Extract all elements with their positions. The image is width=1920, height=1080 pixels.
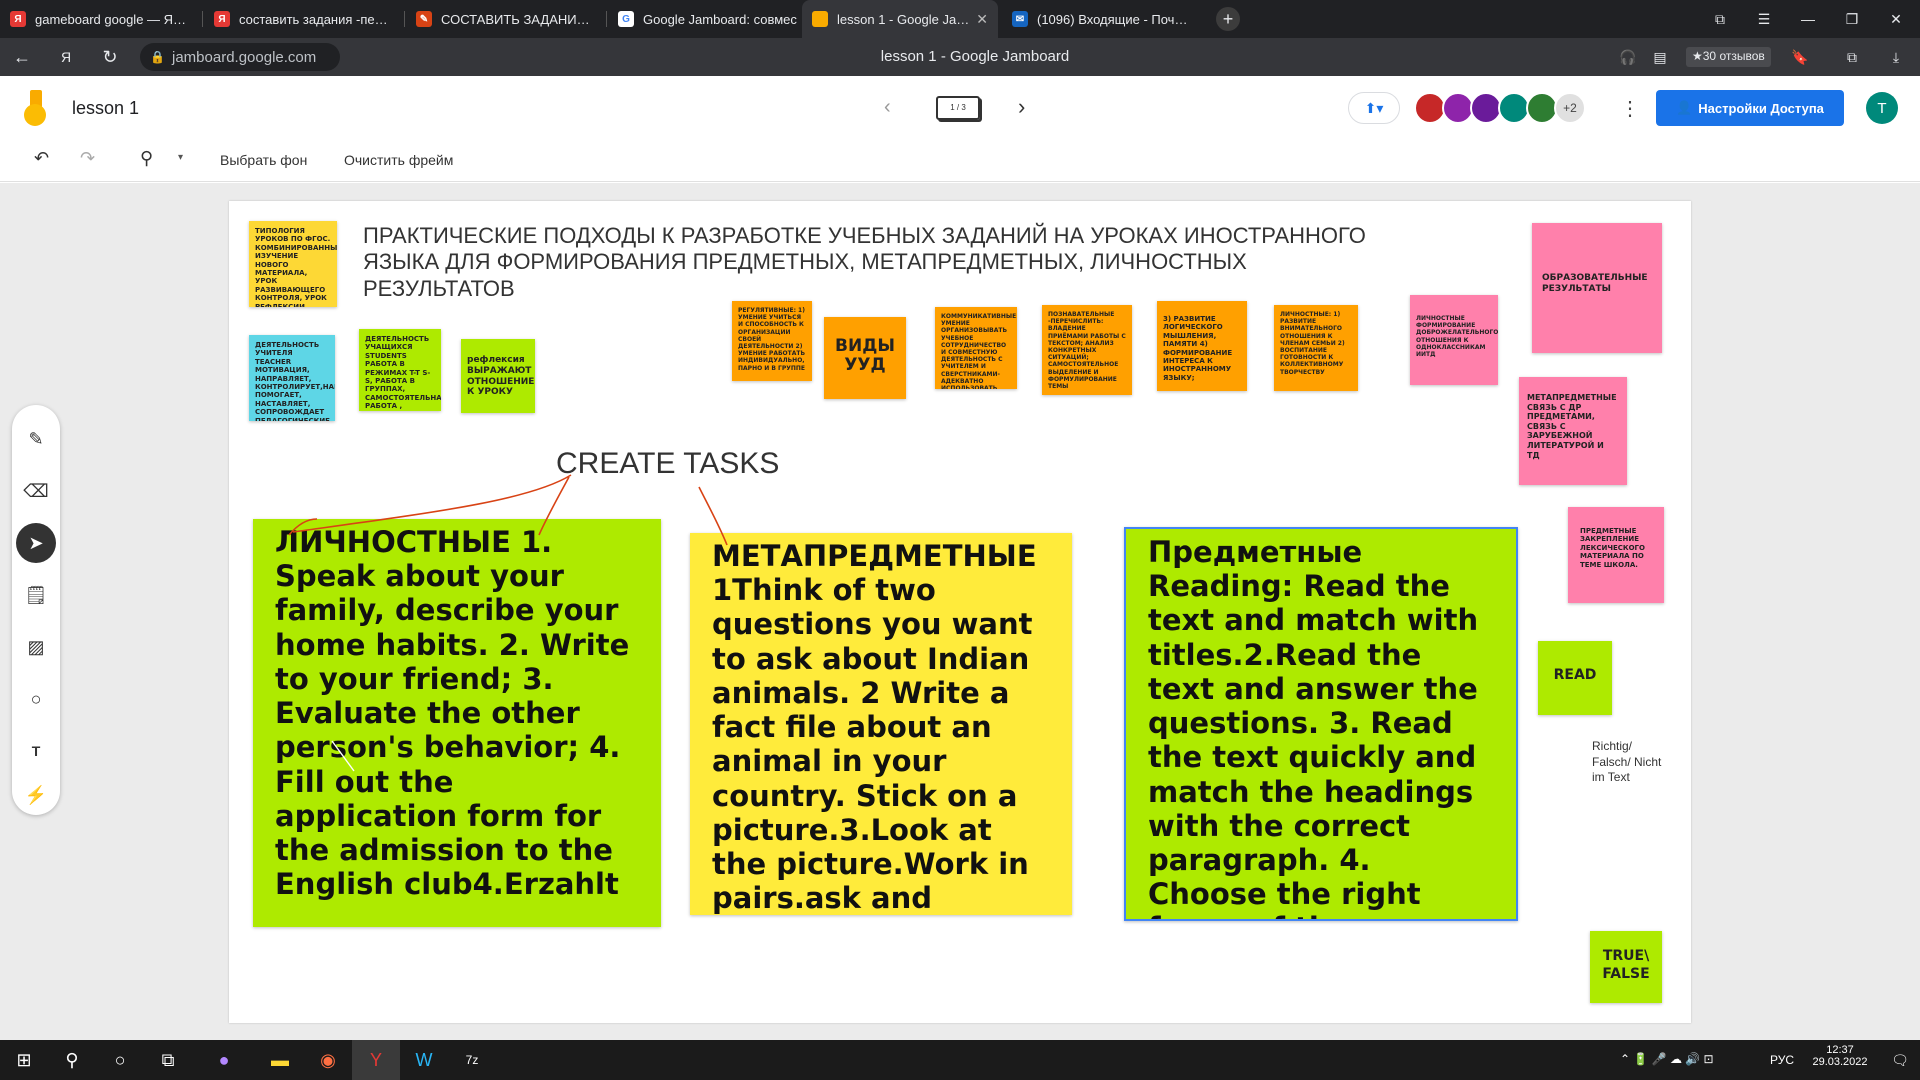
- sticky-note[interactable]: ЛИЧНОСТНЫЕ: 1) развитие внимательного от…: [1274, 305, 1358, 391]
- browser-tab[interactable]: ✎ СОСТАВИТЬ ЗАДАНИЯ – t: [406, 0, 606, 38]
- file-explorer-icon[interactable]: ▬: [256, 1040, 304, 1080]
- firefox-icon[interactable]: ◉: [304, 1040, 352, 1080]
- undo-icon[interactable]: ↶: [34, 148, 49, 169]
- new-tab-button[interactable]: +: [1216, 7, 1240, 31]
- share-button[interactable]: 👤 Настройки Доступа: [1656, 90, 1844, 126]
- mail-icon: ✉: [1012, 11, 1028, 27]
- browser-tab-active[interactable]: lesson 1 - Google Jambo ✕: [802, 0, 998, 38]
- notifications-icon[interactable]: 🗨: [1880, 1040, 1920, 1080]
- board-title[interactable]: ПРАКТИЧЕСКИЕ ПОДХОДЫ К РАЗРАБОТКЕ УЧЕБНЫ…: [363, 223, 1403, 302]
- redo-icon[interactable]: ↷: [80, 148, 95, 169]
- pen-icon[interactable]: ✎: [16, 419, 56, 459]
- windows-taskbar: ⊞ ⚲ ○ ⧉ ● ▬ ◉ Y W 7z ⌃ 🔋 🎤 ☁ 🔊 ⊡ РУС 12:…: [0, 1040, 1920, 1080]
- next-frame-icon[interactable]: ›: [1018, 94, 1025, 120]
- sticky-note[interactable]: метапредметные СВЯЗЬ С ДР ПРЕДМЕТАМИ, СВ…: [1519, 377, 1627, 485]
- select-icon[interactable]: ➤: [16, 523, 56, 563]
- sticky-note[interactable]: Деятельность учащихся STUDENTS РАБОТА В …: [359, 329, 441, 411]
- cast-icon: ⬆▾: [1364, 99, 1384, 116]
- jamboard-icon: [812, 11, 828, 27]
- document-icon: ✎: [416, 11, 432, 27]
- sticky-note[interactable]: РЕГУЛЯТИВНЫЕ: 1) умение учиться и способ…: [732, 301, 812, 381]
- 7zip-icon[interactable]: 7z: [448, 1040, 496, 1080]
- sticky-note[interactable]: предметные ЗАКРЕПЛЕНИЕ ЛЕКСИЧЕСКОГО МАТЕ…: [1568, 507, 1664, 603]
- jam-frame[interactable]: ПРАКТИЧЕСКИЕ ПОДХОДЫ К РАЗРАБОТКЕ УЧЕБНЫ…: [229, 201, 1691, 1023]
- browser-tab[interactable]: ✉ (1096) Входящие - Почта М: [1002, 0, 1202, 38]
- browser-tab[interactable]: G Google Jamboard: совмес: [608, 0, 808, 38]
- minimize-icon[interactable]: —: [1796, 7, 1820, 31]
- user-avatar[interactable]: T: [1866, 92, 1898, 124]
- create-tasks-label[interactable]: CREATE TASKS: [556, 447, 779, 481]
- browser-tab[interactable]: Ясоставить задания -переве: [204, 0, 404, 38]
- tray-icons[interactable]: ⌃ 🔋 🎤 ☁ 🔊 ⊡: [1620, 1052, 1714, 1066]
- sticky-note[interactable]: ОБРАЗОВАТЕЛЬНЫЕ РЕЗУЛЬТАТЫ: [1532, 223, 1662, 353]
- reviews-badge[interactable]: ★30 отзывов: [1686, 47, 1771, 67]
- jamboard-logo-icon: [24, 90, 48, 126]
- restore-icon[interactable]: ❐: [1840, 7, 1864, 31]
- sticky-note[interactable]: TRUE\ FALSE: [1590, 931, 1662, 1003]
- sticky-note-personal[interactable]: ЛИЧНОСТНЫЕ 1. Speak about your family, d…: [253, 519, 661, 927]
- close-tab-icon[interactable]: ✕: [970, 11, 988, 28]
- tool-rail: ✎ ⌫ ➤ 🗒 ▨ ○ T ⚡: [12, 405, 60, 815]
- sticky-note[interactable]: КОММУНИКАТИВНЫЕ: умение организовывать у…: [935, 307, 1017, 389]
- sticky-note-icon[interactable]: 🗒: [16, 575, 56, 615]
- image-icon[interactable]: ▨: [16, 627, 56, 667]
- sticky-note-metasubject[interactable]: МЕТАПРЕДМЕТНЫЕ 1Think of two questions y…: [690, 533, 1072, 915]
- eraser-icon[interactable]: ⌫: [16, 471, 56, 511]
- browser-tab[interactable]: Яgameboard google — Янде: [0, 0, 200, 38]
- extensions-icon[interactable]: ⧉: [1840, 45, 1864, 69]
- clock[interactable]: 12:37 29.03.2022: [1808, 1044, 1872, 1068]
- tab-separator: [606, 11, 607, 27]
- laser-icon[interactable]: ⚡: [16, 775, 56, 815]
- alice-icon[interactable]: ●: [200, 1040, 248, 1080]
- sticky-note[interactable]: Личностные ФОРМИРОВАНИЕ ДОБРОЖЕЛАТЕЛЬНОГ…: [1410, 295, 1498, 385]
- tab-collections-icon[interactable]: ⧉: [1708, 7, 1732, 31]
- present-button[interactable]: ⬆▾: [1348, 92, 1400, 124]
- cortana-icon[interactable]: ○: [96, 1040, 144, 1080]
- edit-toolbar: ↶ ↷ ⚲ ▾ Выбрать фон Очистить фрейм: [0, 140, 1920, 182]
- sticky-note[interactable]: READ: [1538, 641, 1612, 715]
- windows-start-icon[interactable]: ⊞: [0, 1040, 48, 1080]
- shape-icon[interactable]: ○: [16, 679, 56, 719]
- search-icon[interactable]: ⚲: [48, 1040, 96, 1080]
- zoom-icon[interactable]: ⚲: [140, 148, 153, 169]
- tab-separator: [202, 11, 203, 27]
- more-avatars-badge[interactable]: +2: [1554, 92, 1586, 124]
- headphones-icon[interactable]: 🎧: [1616, 45, 1640, 69]
- chevron-down-icon[interactable]: ▾: [178, 152, 183, 163]
- sticky-note-subject[interactable]: Предметные Reading: Read the text and ma…: [1124, 527, 1518, 921]
- address-bar: ← Я ↻ 🔒 jamboard.google.com lesson 1 - Go…: [0, 38, 1920, 76]
- bookmark-icon[interactable]: 🔖: [1788, 45, 1812, 69]
- richtig-falsch-text[interactable]: Richtig/ Falsch/ Nicht im Text: [1592, 739, 1662, 786]
- menu-icon[interactable]: ☰: [1752, 7, 1776, 31]
- google-icon: G: [618, 11, 634, 27]
- sticky-note[interactable]: типология уроков по фгос. КОМБИНИРОВАННЫ…: [249, 221, 337, 307]
- sticky-note[interactable]: рефлексия ВЫРАЖАЮТ ОТНОШЕНИЕ К УРОКУ: [461, 339, 535, 413]
- tab-separator: [404, 11, 405, 27]
- document-title[interactable]: lesson 1: [72, 98, 139, 119]
- app-header: lesson 1 ‹ 1 / 3 › ⬆▾ +2 ⋮ 👤 Настройки До…: [0, 76, 1920, 140]
- sticky-note[interactable]: деятельность учителя TEACHER МОТИВАЦИЯ, …: [249, 335, 335, 421]
- task-view-icon[interactable]: ⧉: [144, 1040, 192, 1080]
- person-add-icon: 👤: [1676, 100, 1693, 115]
- browser-tab-bar: Яgameboard google — Янде Ясоставить зада…: [0, 0, 1920, 38]
- sticky-note[interactable]: 3) развитие логического мышления, памяти…: [1157, 301, 1247, 391]
- more-vert-icon[interactable]: ⋮: [1620, 96, 1640, 121]
- clear-frame-button[interactable]: Очистить фрейм: [344, 152, 453, 168]
- yandex-browser-icon[interactable]: Y: [352, 1040, 400, 1080]
- messenger-icon[interactable]: W: [400, 1040, 448, 1080]
- language-indicator[interactable]: РУС: [1770, 1053, 1794, 1067]
- prev-frame-icon[interactable]: ‹: [884, 96, 891, 119]
- close-window-icon[interactable]: ✕: [1884, 7, 1908, 31]
- text-box-icon[interactable]: T: [16, 731, 56, 771]
- download-icon[interactable]: ⤓: [1884, 45, 1908, 69]
- sticky-note[interactable]: ПОЗНАВАТЕЛЬНЫЕ -ПЕРЕЧИСЛИТЬ: владение пр…: [1042, 305, 1132, 395]
- sticky-note[interactable]: ВИДЫ УУД: [824, 317, 906, 399]
- choose-background-button[interactable]: Выбрать фон: [220, 152, 307, 168]
- clock-date: 29.03.2022: [1812, 1056, 1868, 1068]
- yandex-icon: Я: [10, 11, 26, 27]
- reader-icon[interactable]: ▤: [1648, 45, 1672, 69]
- clock-time: 12:37: [1826, 1044, 1854, 1056]
- yandex-icon: Я: [214, 11, 230, 27]
- frame-counter[interactable]: 1 / 3: [936, 96, 980, 120]
